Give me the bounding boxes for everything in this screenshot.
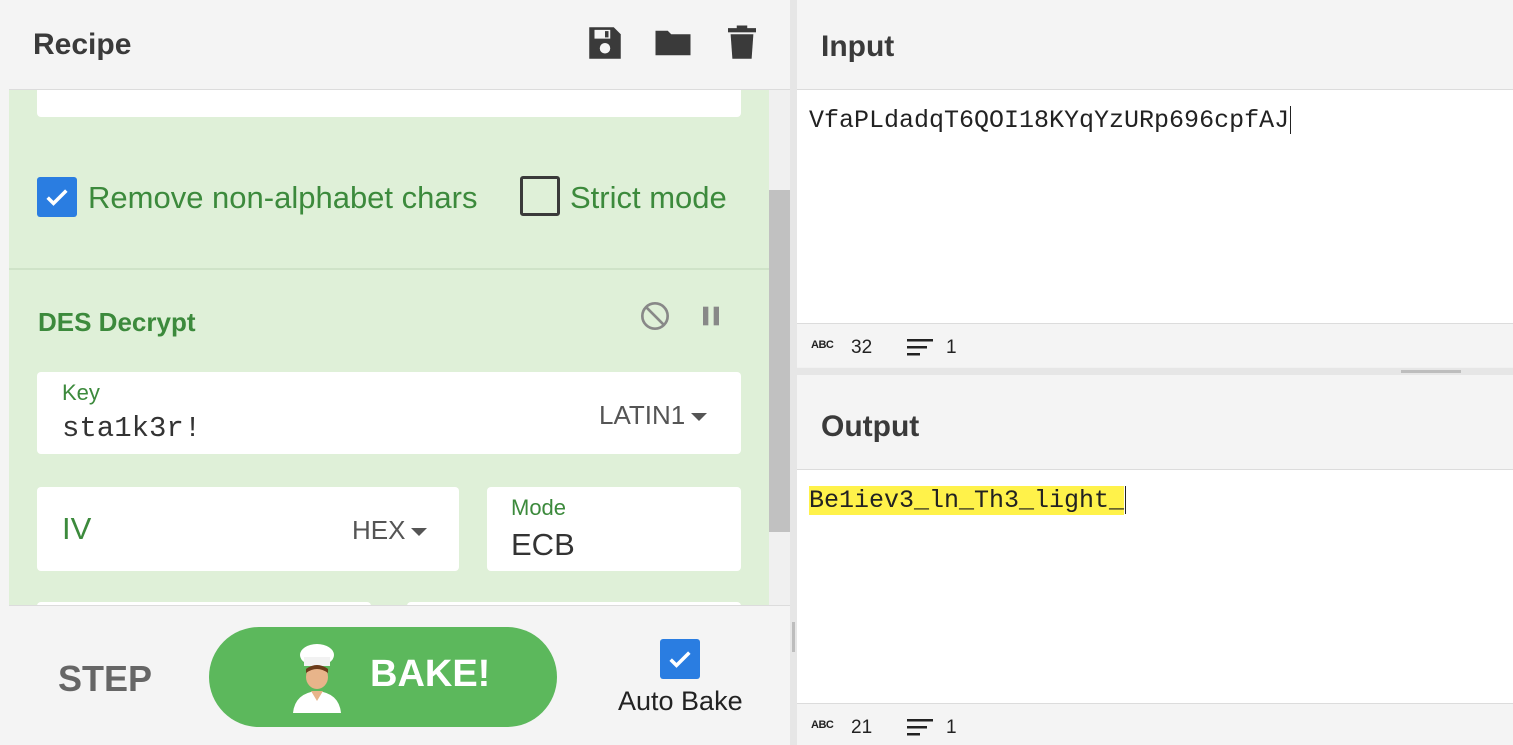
iv-encoding-dropdown[interactable]: HEX bbox=[352, 515, 428, 546]
output-line-count: 1 bbox=[946, 717, 957, 738]
output-text: Be1iev3_ln_Th3_light_ bbox=[809, 486, 1127, 515]
splitter-grip bbox=[792, 622, 795, 652]
save-icon[interactable] bbox=[584, 22, 626, 64]
iv-field[interactable]: IV HEX bbox=[37, 487, 459, 571]
key-value: sta1k3r! bbox=[62, 412, 202, 445]
abc-icon: ABC bbox=[811, 719, 834, 731]
iv-encoding-value: HEX bbox=[352, 515, 406, 545]
remove-non-alphabet-checkbox[interactable] bbox=[37, 177, 77, 217]
des-decrypt-title[interactable]: DES Decrypt bbox=[38, 307, 196, 338]
text-cursor bbox=[1290, 106, 1292, 135]
key-encoding-value: LATIN1 bbox=[599, 400, 686, 430]
text-cursor bbox=[1125, 486, 1127, 515]
recipe-title: Recipe bbox=[33, 28, 132, 61]
splitter-grip bbox=[1401, 370, 1461, 373]
chef-icon bbox=[293, 644, 341, 713]
input-title: Input bbox=[821, 30, 895, 63]
disable-icon[interactable] bbox=[639, 300, 671, 332]
output-char-count: 21 bbox=[851, 717, 873, 738]
bake-label: BAKE! bbox=[370, 653, 491, 695]
recipe-header: Recipe bbox=[9, 0, 790, 90]
iv-label: IV bbox=[62, 511, 92, 546]
output-textarea[interactable]: Be1iev3_ln_Th3_light_ bbox=[797, 470, 1513, 703]
recipe-pane: Recipe A-Za-z0-9+/= Remove non-alphabet … bbox=[0, 0, 790, 745]
lines-icon bbox=[907, 339, 933, 356]
mode-value: ECB bbox=[511, 527, 575, 562]
input-line-count: 1 bbox=[946, 337, 957, 358]
step-button[interactable]: STEP bbox=[58, 658, 152, 700]
operation-divider bbox=[9, 268, 769, 270]
pause-icon[interactable] bbox=[695, 300, 727, 332]
output-status-bar: ABC 21 1 bbox=[797, 703, 1513, 745]
auto-bake-checkbox[interactable] bbox=[660, 639, 700, 679]
folder-icon[interactable] bbox=[652, 22, 694, 64]
auto-bake-label[interactable]: Auto Bake bbox=[618, 686, 743, 717]
strict-mode-checkbox[interactable] bbox=[520, 176, 560, 216]
recipe-scrollbar[interactable] bbox=[769, 90, 790, 605]
trash-icon[interactable] bbox=[721, 22, 763, 64]
recipe-scroll-thumb[interactable] bbox=[769, 190, 790, 532]
vertical-splitter[interactable] bbox=[790, 0, 797, 745]
abc-icon: ABC bbox=[811, 339, 834, 351]
output-text-value: Be1iev3_ln_Th3_light_ bbox=[809, 486, 1125, 515]
input-char-count: 32 bbox=[851, 337, 873, 358]
bake-button[interactable]: BAKE! bbox=[209, 627, 557, 727]
strict-mode-label[interactable]: Strict mode bbox=[570, 180, 727, 216]
controls-bar: STEP BAKE! Auto Bake bbox=[9, 605, 790, 745]
key-encoding-dropdown[interactable]: LATIN1 bbox=[599, 400, 708, 431]
alphabet-value: A-Za-z0-9+/= bbox=[61, 90, 255, 98]
mode-label: Mode bbox=[511, 495, 567, 520]
remove-non-alphabet-label[interactable]: Remove non-alphabet chars bbox=[88, 180, 477, 216]
input-text: VfaPLdadqT6QOI18KYqYzURp696cpfAJ bbox=[809, 106, 1292, 135]
chevron-down-icon bbox=[411, 528, 428, 537]
input-status-bar: ABC 32 1 bbox=[797, 323, 1513, 367]
horizontal-splitter[interactable] bbox=[797, 368, 1513, 375]
recipe-gutter bbox=[0, 0, 9, 745]
input-text-value: VfaPLdadqT6QOI18KYqYzURp696cpfAJ bbox=[809, 106, 1290, 135]
output-header: Output bbox=[797, 375, 1513, 470]
key-field[interactable]: Key sta1k3r! LATIN1 bbox=[37, 372, 741, 454]
alphabet-field[interactable]: A-Za-z0-9+/= bbox=[37, 90, 741, 117]
recipe-operations-list: A-Za-z0-9+/= Remove non-alphabet chars S… bbox=[9, 90, 769, 605]
input-header: Input bbox=[797, 0, 1513, 90]
lines-icon bbox=[907, 719, 933, 736]
output-title: Output bbox=[821, 410, 920, 443]
key-label: Key bbox=[62, 380, 100, 405]
mode-field[interactable]: Mode ECB bbox=[487, 487, 741, 571]
check-icon bbox=[46, 189, 68, 206]
input-textarea[interactable]: VfaPLdadqT6QOI18KYqYzURp696cpfAJ bbox=[797, 90, 1513, 323]
check-icon bbox=[669, 651, 691, 668]
cyberchef-window: Recipe A-Za-z0-9+/= Remove non-alphabet … bbox=[0, 0, 1513, 745]
chevron-down-icon bbox=[691, 413, 708, 422]
